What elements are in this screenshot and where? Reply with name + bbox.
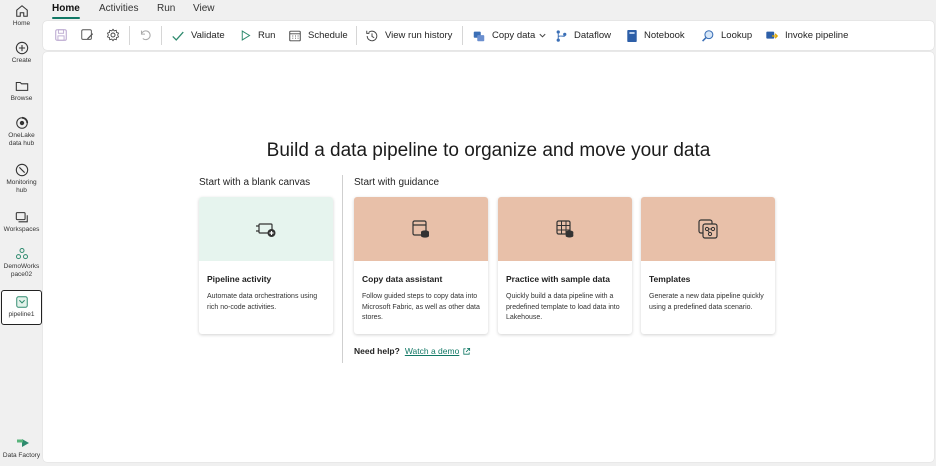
card-banner	[354, 197, 488, 261]
home-icon	[15, 5, 28, 17]
card-banner	[641, 197, 775, 261]
copy-data-dropdown[interactable]: Copy data	[472, 27, 547, 44]
history-icon	[366, 30, 378, 41]
notebook-icon	[627, 29, 637, 42]
page-title: Build a data pipeline to organize and mo…	[266, 140, 711, 161]
card-description: Automate data orchestrations using rich …	[207, 293, 318, 311]
card-title: Pipeline activity	[207, 274, 272, 284]
rail-item-demoworkspace02[interactable]: DemoWorks pace02	[0, 247, 43, 278]
monitoring-icon	[15, 163, 28, 177]
rail-item-onelake-data-hub[interactable]: OneLake data hub	[0, 116, 43, 147]
invoke-pipeline-button[interactable]: Invoke pipeline	[765, 27, 848, 44]
external-link-icon[interactable]	[462, 347, 471, 356]
need-help-label: Need help?	[354, 346, 400, 356]
card-description: Quickly build a data pipeline with a pre…	[506, 293, 620, 321]
rail-item-pipeline1[interactable]: pipeline1	[1, 290, 42, 325]
checkmark-icon	[172, 31, 184, 41]
card-description: Follow guided steps to copy data into Mi…	[362, 293, 480, 321]
validate-button[interactable]: Validate	[171, 27, 225, 44]
toolbar-separator	[161, 26, 162, 45]
dataflow-icon	[556, 29, 567, 42]
workspace-group-icon	[15, 248, 28, 260]
toolbar-separator	[356, 26, 357, 45]
left-nav-rail: Home Create Browse OneLake data hub Moni…	[0, 0, 43, 466]
rail-item-create[interactable]: Create	[0, 41, 43, 65]
sample-data-card[interactable]: Practice with sample data Quickly build …	[498, 197, 632, 334]
invoke-pipeline-icon	[766, 31, 779, 39]
run-button[interactable]: Run	[239, 27, 275, 44]
chevron-down-icon	[539, 33, 546, 38]
pipeline-activity-icon	[256, 223, 276, 237]
watch-demo-link[interactable]: Watch a demo	[405, 346, 460, 356]
copy-data-icon	[473, 31, 485, 41]
toolbar-separator	[462, 26, 463, 45]
tab-view[interactable]: View	[193, 3, 215, 14]
calendar-icon	[289, 30, 301, 41]
guidance-heading: Start with guidance	[354, 177, 440, 188]
card-banner	[199, 197, 333, 261]
tab-activities[interactable]: Activities	[99, 3, 138, 14]
card-title: Copy data assistant	[362, 274, 443, 284]
schedule-button[interactable]: Schedule	[288, 27, 348, 44]
templates-icon	[698, 219, 718, 239]
blank-canvas-heading: Start with a blank canvas	[199, 177, 311, 188]
tab-home[interactable]: Home	[52, 3, 80, 19]
lookup-button[interactable]: Lookup	[701, 27, 752, 44]
view-run-history-button[interactable]: View run history	[365, 27, 452, 44]
rail-item-browse[interactable]: Browse	[0, 79, 43, 103]
card-banner	[498, 197, 632, 261]
pipeline-canvas: Build a data pipeline to organize and mo…	[43, 52, 934, 462]
need-help-row: Need help? Watch a demo	[354, 346, 471, 356]
pipeline-activity-card[interactable]: Pipeline activity Automate data orchestr…	[199, 197, 333, 334]
section-divider	[342, 175, 343, 363]
workspaces-icon	[15, 212, 28, 223]
save-icon[interactable]	[54, 28, 68, 42]
card-title: Practice with sample data	[506, 274, 610, 284]
templates-card[interactable]: Templates Generate a new data pipeline q…	[641, 197, 775, 334]
onelake-hub-icon	[15, 116, 28, 129]
rail-footer-data-factory[interactable]: Data Factory	[0, 436, 43, 460]
rail-item-monitoring-hub[interactable]: Monitoring hub	[0, 163, 43, 194]
undo-icon[interactable]	[138, 28, 152, 42]
copy-data-assistant-card[interactable]: Copy data assistant Follow guided steps …	[354, 197, 488, 334]
menu-bar: Home Activities Run View	[43, 0, 936, 19]
card-title: Templates	[649, 274, 691, 284]
rail-item-home[interactable]: Home	[0, 4, 43, 28]
dataflow-button[interactable]: Dataflow	[555, 27, 611, 44]
pipeline-icon	[15, 296, 28, 308]
copy-data-assistant-icon	[412, 220, 429, 238]
save-as-icon[interactable]	[80, 28, 94, 42]
rail-item-workspaces[interactable]: Workspaces	[0, 210, 43, 234]
plus-circle-icon	[15, 41, 28, 55]
folder-icon	[15, 81, 28, 91]
data-factory-icon	[14, 439, 29, 447]
sample-data-table-icon	[556, 220, 574, 238]
toolbar-separator	[129, 26, 130, 45]
tab-run[interactable]: Run	[157, 3, 175, 14]
gear-icon[interactable]	[106, 28, 120, 42]
card-description: Generate a new data pipeline quickly usi…	[649, 293, 764, 311]
play-icon	[241, 30, 251, 41]
ribbon-toolbar: Validate Run Schedule View run history C…	[43, 21, 934, 50]
notebook-button[interactable]: Notebook	[626, 27, 685, 44]
lookup-search-icon	[702, 29, 714, 42]
